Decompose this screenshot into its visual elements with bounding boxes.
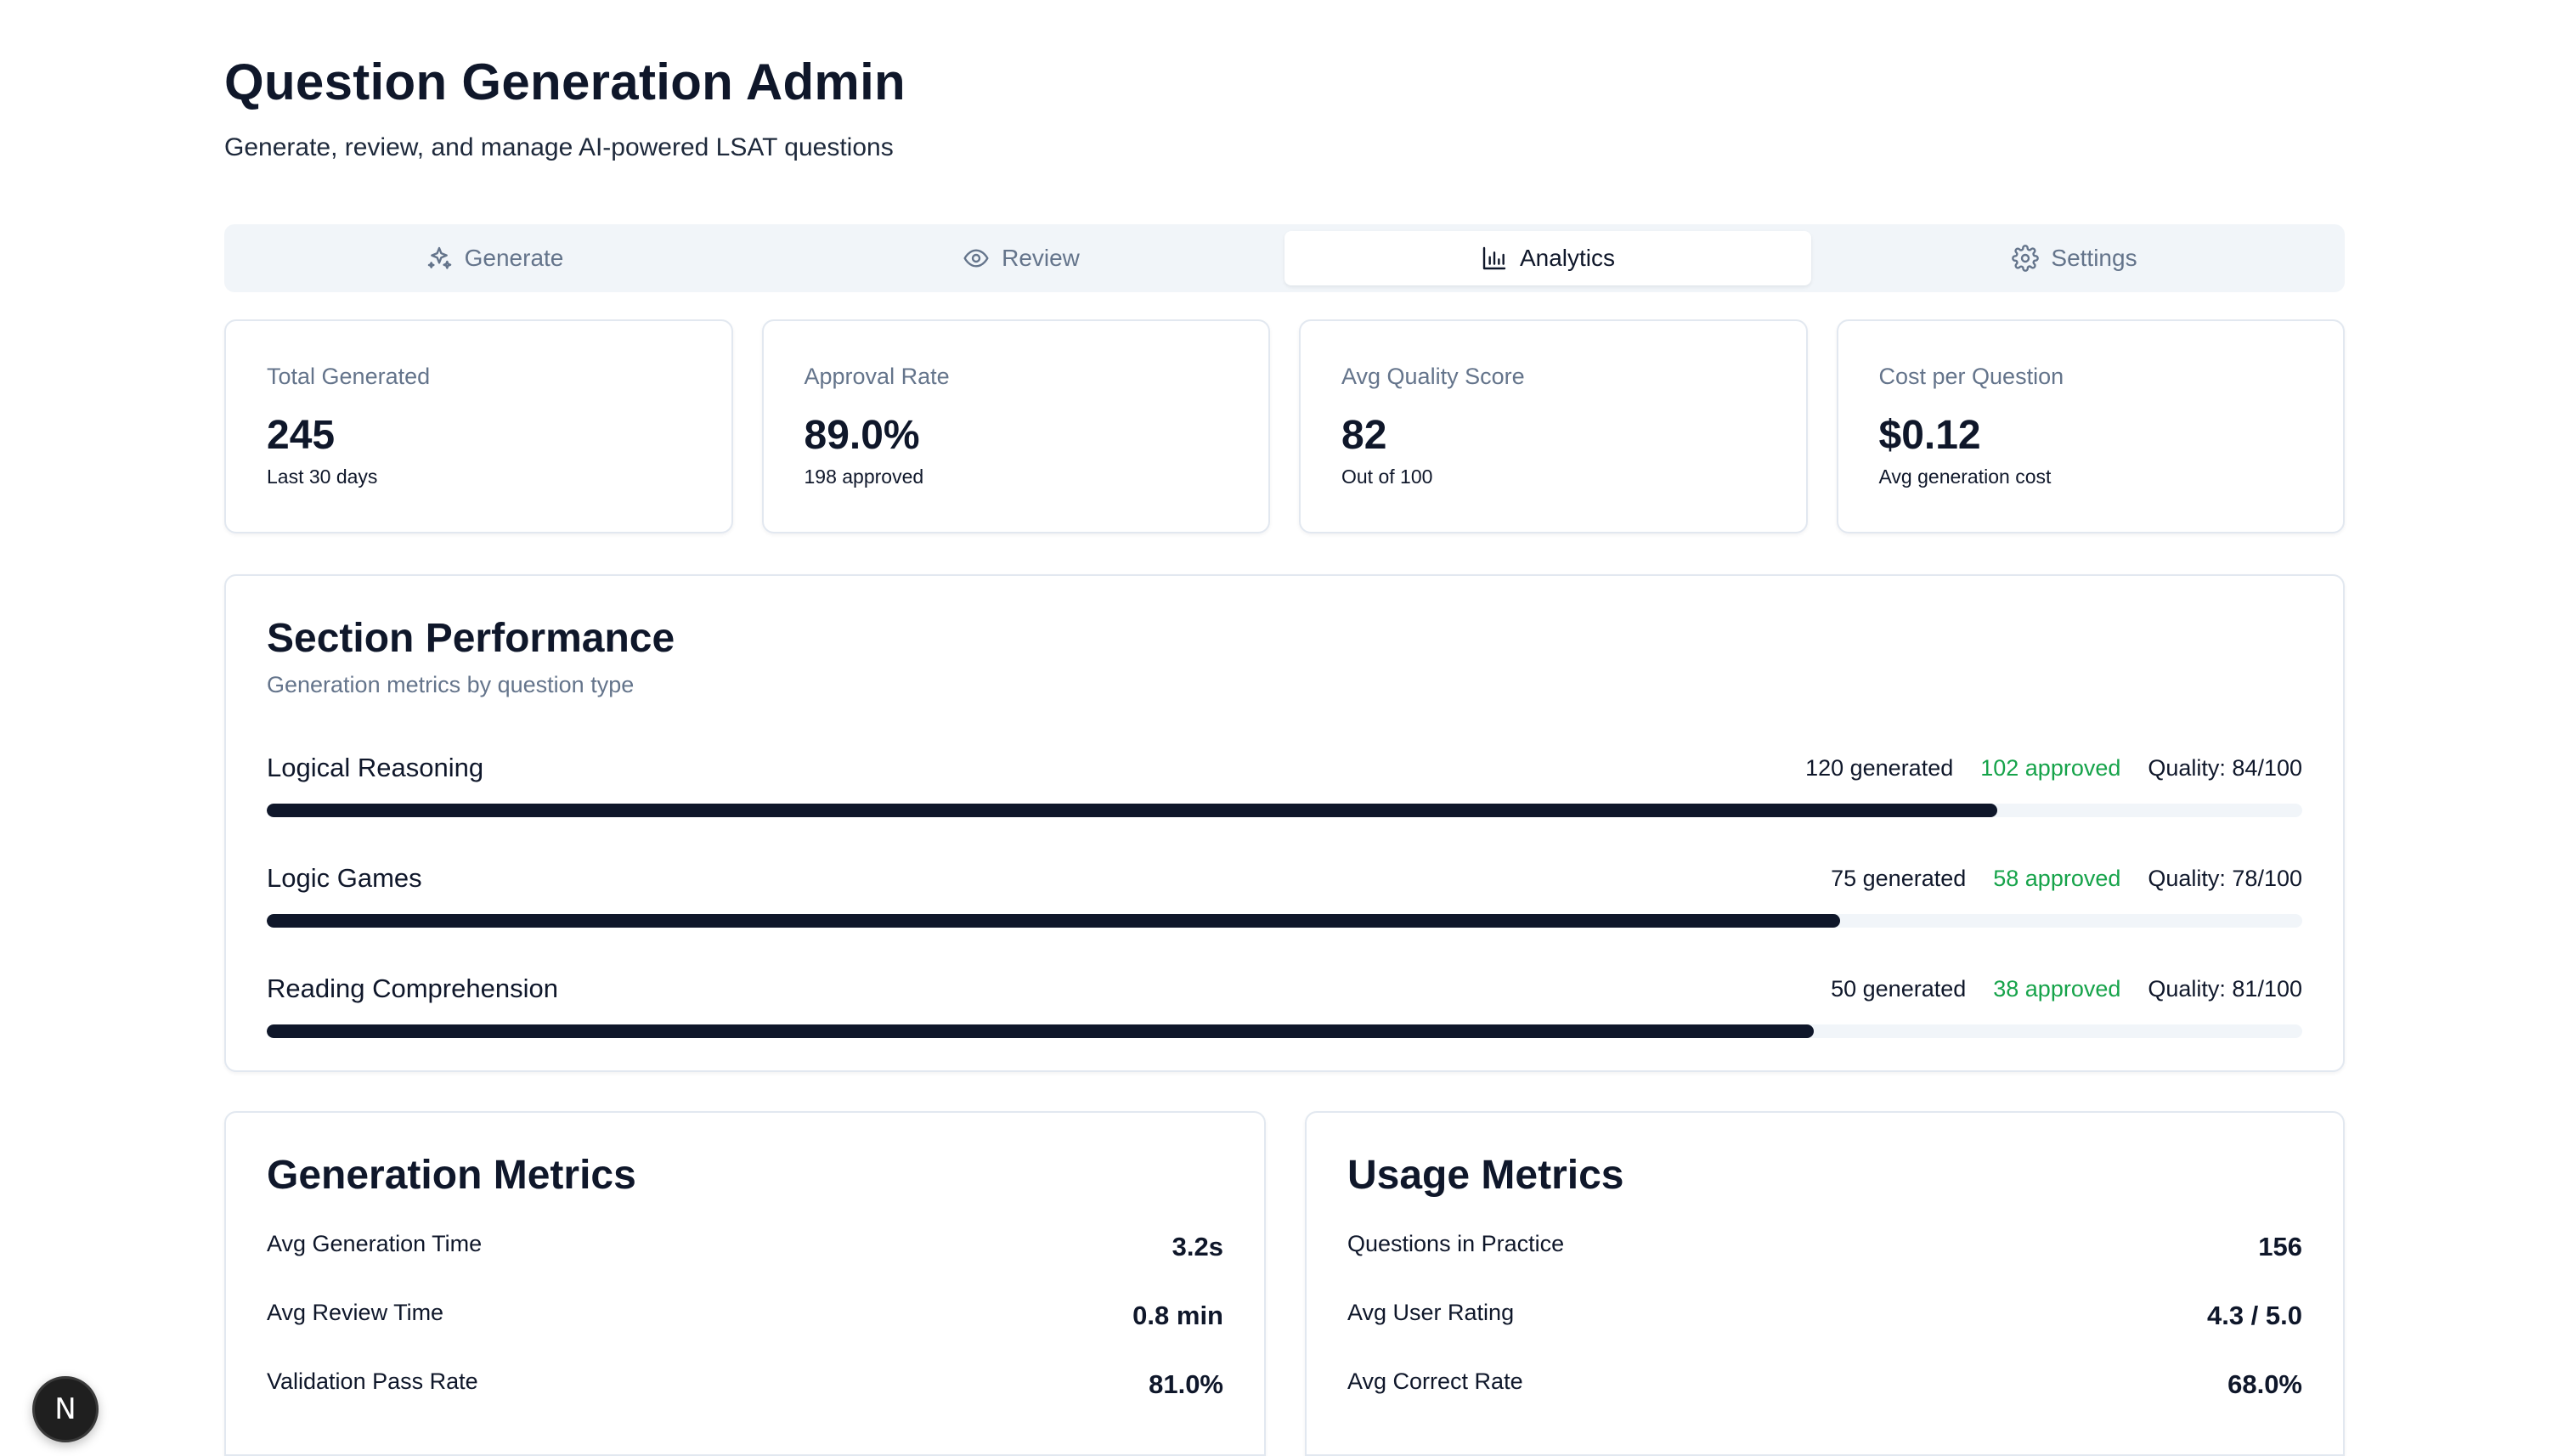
perf-quality: Quality: 84/100 bbox=[2148, 754, 2302, 781]
perf-row-logic-games: Logic Games 75 generated 58 approved Qua… bbox=[267, 861, 2302, 928]
bar-chart-icon bbox=[1482, 246, 1506, 270]
metric-label: Avg Generation Time bbox=[267, 1231, 483, 1256]
sparkles-icon bbox=[427, 246, 451, 269]
perf-row-reading-comprehension: Reading Comprehension 50 generated 38 ap… bbox=[267, 972, 2302, 1038]
metric-label: Validation Pass Rate bbox=[267, 1369, 478, 1394]
usage-metrics-card: Usage Metrics Questions in Practice 156 … bbox=[1305, 1111, 2345, 1456]
stat-value: $0.12 bbox=[1878, 413, 1981, 458]
stat-label: Approval Rate bbox=[804, 364, 950, 389]
perf-name: Reading Comprehension bbox=[267, 973, 558, 1003]
progress-bar bbox=[267, 1024, 2302, 1038]
perf-generated: 120 generated bbox=[1805, 754, 1954, 781]
perf-quality: Quality: 78/100 bbox=[2148, 865, 2302, 891]
perf-quality: Quality: 81/100 bbox=[2148, 975, 2302, 1002]
generation-metrics-card: Generation Metrics Avg Generation Time 3… bbox=[224, 1111, 1266, 1456]
metric-row: Validation Pass Rate 81.0% bbox=[267, 1348, 1223, 1417]
perf-name: Logical Reasoning bbox=[267, 753, 484, 782]
stat-sub: Last 30 days bbox=[267, 466, 378, 488]
metric-label: Avg User Rating bbox=[1347, 1300, 1515, 1325]
metric-value: 81.0% bbox=[1149, 1369, 1223, 1399]
stat-value: 89.0% bbox=[804, 413, 920, 458]
generation-metrics-title: Generation Metrics bbox=[267, 1153, 636, 1198]
stat-card-approval-rate: Approval Rate 89.0% 198 approved bbox=[761, 319, 1270, 533]
perf-name: Logic Games bbox=[267, 863, 422, 893]
tab-settings-label: Settings bbox=[2051, 245, 2137, 271]
progress-bar-fill bbox=[267, 914, 1841, 928]
metric-value: 156 bbox=[2258, 1232, 2302, 1261]
metric-row: Avg Generation Time 3.2s bbox=[267, 1211, 1223, 1279]
stat-label: Cost per Question bbox=[1878, 364, 2064, 389]
tab-analytics-label: Analytics bbox=[1519, 245, 1616, 271]
metric-row: Avg User Rating 4.3 / 5.0 bbox=[1347, 1279, 2302, 1348]
metric-row: Avg Review Time 0.8 min bbox=[267, 1279, 1223, 1348]
progress-bar bbox=[267, 914, 2302, 928]
section-performance-description: Generation metrics by question type bbox=[267, 672, 635, 697]
metric-row: Questions in Practice 156 bbox=[1347, 1211, 2302, 1279]
metric-row: Avg Correct Rate 68.0% bbox=[1347, 1348, 2302, 1417]
tab-review[interactable]: Review bbox=[758, 231, 1284, 285]
tab-review-label: Review bbox=[1002, 245, 1080, 271]
stat-sub: Out of 100 bbox=[1341, 466, 1433, 488]
stat-sub: 198 approved bbox=[804, 466, 924, 488]
eye-icon bbox=[963, 249, 989, 268]
section-performance-card: Section Performance Generation metrics b… bbox=[224, 574, 2345, 1072]
stat-card-avg-quality: Avg Quality Score 82 Out of 100 bbox=[1299, 319, 1808, 533]
perf-row-logical-reasoning: Logical Reasoning 120 generated 102 appr… bbox=[267, 751, 2302, 817]
perf-generated: 50 generated bbox=[1831, 975, 1967, 1002]
metric-value: 0.8 min bbox=[1132, 1301, 1223, 1330]
metric-value: 4.3 / 5.0 bbox=[2206, 1301, 2302, 1330]
gear-icon bbox=[2012, 245, 2040, 272]
metric-label: Avg Correct Rate bbox=[1347, 1369, 1523, 1394]
stat-label: Total Generated bbox=[267, 364, 431, 389]
stat-value: 82 bbox=[1341, 413, 1387, 458]
metric-value: 68.0% bbox=[2227, 1369, 2302, 1399]
section-performance-title: Section Performance bbox=[267, 616, 675, 661]
stat-card-cost-per-question: Cost per Question $0.12 Avg generation c… bbox=[1836, 319, 2345, 533]
metric-label: Questions in Practice bbox=[1347, 1231, 1565, 1256]
perf-generated: 75 generated bbox=[1831, 865, 1967, 891]
tab-analytics[interactable]: Analytics bbox=[1284, 231, 1811, 285]
perf-approved: 58 approved bbox=[1993, 865, 2121, 891]
stat-label: Avg Quality Score bbox=[1341, 364, 1525, 389]
tab-generate-label: Generate bbox=[464, 245, 564, 271]
usage-metrics-title: Usage Metrics bbox=[1347, 1153, 1624, 1198]
tab-settings[interactable]: Settings bbox=[1811, 231, 2338, 285]
progress-bar-fill bbox=[267, 804, 1997, 817]
perf-approved: 38 approved bbox=[1993, 975, 2121, 1002]
stat-value: 245 bbox=[267, 413, 336, 458]
metric-value: 3.2s bbox=[1172, 1232, 1223, 1261]
tab-list: Generate Review Analytics Settings bbox=[224, 224, 2345, 292]
page-title: Question Generation Admin bbox=[224, 54, 906, 110]
stats-row: Total Generated 245 Last 30 days Approva… bbox=[224, 319, 2345, 533]
progress-bar-fill bbox=[267, 1024, 1814, 1038]
stat-card-total-generated: Total Generated 245 Last 30 days bbox=[224, 319, 733, 533]
perf-approved: 102 approved bbox=[1980, 754, 2121, 781]
page-subtitle: Generate, review, and manage AI-powered … bbox=[224, 133, 894, 161]
metric-label: Avg Review Time bbox=[267, 1300, 444, 1325]
dev-tools-badge[interactable]: N bbox=[32, 1376, 99, 1442]
tab-generate[interactable]: Generate bbox=[231, 231, 758, 285]
progress-bar bbox=[267, 804, 2302, 817]
stat-sub: Avg generation cost bbox=[1878, 466, 2052, 488]
